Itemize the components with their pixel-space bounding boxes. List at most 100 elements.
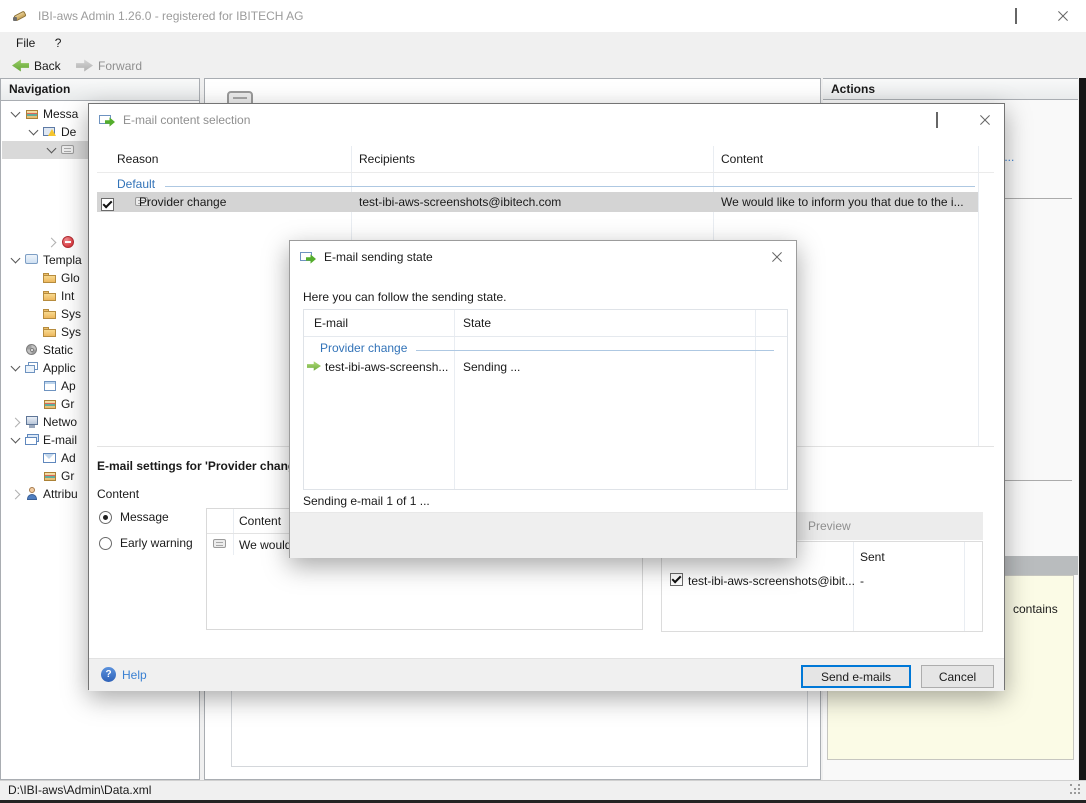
back-button[interactable]: Back [6, 54, 67, 77]
cancel-label: Cancel [939, 670, 976, 684]
dialog-description: Here you can follow the sending state. [303, 290, 506, 304]
chevron-spacer [24, 449, 42, 467]
preview-recipient: test-ibi-aws-screenshots@ibit... [688, 574, 855, 588]
preview-row-checkbox[interactable] [670, 573, 683, 586]
column-header-state[interactable]: State [463, 316, 491, 330]
apps-icon [24, 360, 40, 376]
minimize-button[interactable] [946, 0, 992, 32]
radio-message-label: Message [120, 510, 169, 524]
column-header-content[interactable]: Content [721, 152, 763, 166]
radio-early-warning[interactable]: Early warning [99, 536, 193, 550]
sending-row[interactable]: test-ibi-aws-screensh... Sending ... [304, 357, 787, 377]
folder-icon [42, 270, 58, 286]
table-row[interactable]: Provider change test-ibi-aws-screenshots… [97, 192, 978, 212]
preview-row[interactable]: test-ibi-aws-screenshots@ibit... - [662, 570, 982, 590]
actions-header: Actions [823, 78, 1078, 100]
radio-message[interactable]: Message [99, 510, 169, 524]
chevron-down-icon[interactable] [6, 105, 24, 123]
chevron-spacer [24, 323, 42, 341]
chevron-down-icon[interactable] [6, 431, 24, 449]
close-icon [1056, 9, 1070, 23]
mail-stack-icon [24, 432, 40, 448]
maximize-button[interactable] [993, 0, 1039, 32]
chevron-right-icon[interactable] [6, 485, 24, 503]
row-reason: Provider change [139, 195, 226, 209]
dialog-footer: Help Send e-mails Cancel [89, 658, 1004, 691]
help-link[interactable]: Help [101, 667, 147, 682]
nav-item-label: Netwo [43, 415, 77, 429]
nav-item-label: Gr [61, 397, 74, 411]
cancel-button[interactable]: Cancel [921, 665, 994, 688]
navigation-header: Navigation [1, 79, 199, 101]
close-button[interactable] [1040, 0, 1086, 32]
column-header-email[interactable]: E-mail [314, 316, 348, 330]
column-header-reason[interactable]: Reason [117, 152, 158, 166]
dialog-title: E-mail content selection [123, 104, 250, 136]
row-content: We would like to inform you that due to … [721, 195, 964, 209]
nav-item-label: Attribu [43, 487, 78, 501]
header-divider [97, 172, 994, 173]
radio-icon [99, 511, 112, 524]
nav-item-label: Gr [61, 469, 74, 483]
group-label[interactable]: Provider change [320, 341, 407, 355]
column-header-recipients[interactable]: Recipients [359, 152, 415, 166]
chevron-down-icon[interactable] [6, 251, 24, 269]
chevron-spacer [24, 269, 42, 287]
dialog-maximize-button[interactable] [914, 104, 960, 136]
window-title: IBI-aws Admin 1.26.0 - registered for IB… [38, 0, 303, 32]
app-logo-icon [13, 8, 29, 24]
close-icon [978, 113, 992, 127]
column-separator [978, 146, 979, 446]
nav-item-label: E-mail [43, 433, 77, 447]
app-window: IBI-aws Admin 1.26.0 - registered for IB… [0, 0, 1086, 803]
chevron-spacer [6, 341, 24, 359]
dialog-minimize-button[interactable] [866, 104, 912, 136]
message-icon [212, 536, 228, 552]
content-column-header[interactable]: Content [239, 514, 281, 528]
row-checkbox[interactable] [101, 198, 114, 211]
group-label[interactable]: Default [117, 177, 155, 191]
menu-help[interactable]: ? [47, 32, 70, 54]
group-line [416, 350, 774, 351]
close-icon [770, 250, 784, 264]
back-arrow-icon [12, 58, 29, 73]
preview-header-label[interactable]: Preview [808, 519, 851, 533]
send-emails-label: Send e-mails [821, 670, 891, 684]
nav-item-label: Sys [61, 325, 81, 339]
statusbar: D:\IBI-aws\Admin\Data.xml [0, 780, 1086, 800]
nav-item-label: Ad [61, 451, 76, 465]
menubar: File ? [0, 32, 1086, 54]
sending-status-text: Sending e-mail 1 of 1 ... [303, 494, 430, 508]
chevron-down-icon[interactable] [6, 359, 24, 377]
monitor-warning-icon [42, 124, 58, 140]
package-icon [24, 106, 40, 122]
chevron-down-icon[interactable] [24, 123, 42, 141]
settings-heading: E-mail settings for 'Provider change' [97, 459, 305, 473]
titlebar: IBI-aws Admin 1.26.0 - registered for IB… [0, 0, 1086, 33]
forward-arrow-icon [76, 58, 93, 73]
menu-file[interactable]: File [8, 32, 43, 54]
sending-arrow-icon [307, 360, 321, 372]
chevron-spacer [24, 305, 42, 323]
sent-column-header[interactable]: Sent [860, 550, 885, 564]
folder-icon [42, 306, 58, 322]
dialog-close-button[interactable] [962, 104, 1008, 136]
package-icon [42, 396, 58, 412]
forward-button[interactable]: Forward [70, 54, 148, 77]
gear-icon [24, 342, 40, 358]
dialog-close-button[interactable] [754, 241, 800, 273]
folder-icon [42, 324, 58, 340]
chevron-down-icon[interactable] [42, 141, 60, 159]
send-emails-button[interactable]: Send e-mails [801, 665, 911, 688]
resize-grip[interactable] [1070, 784, 1082, 796]
nav-item-label: Templa [43, 253, 82, 267]
sending-table: E-mail State Provider change test-ibi-aw… [303, 309, 788, 490]
radio-early-label: Early warning [120, 536, 193, 550]
nav-item-label: Applic [43, 361, 76, 375]
content-label: Content [97, 487, 139, 501]
chevron-right-icon[interactable] [42, 233, 60, 251]
chevron-spacer [24, 395, 42, 413]
maximize-icon [936, 113, 938, 127]
chevron-right-icon[interactable] [6, 413, 24, 431]
content-row-text[interactable]: We would [239, 538, 291, 552]
